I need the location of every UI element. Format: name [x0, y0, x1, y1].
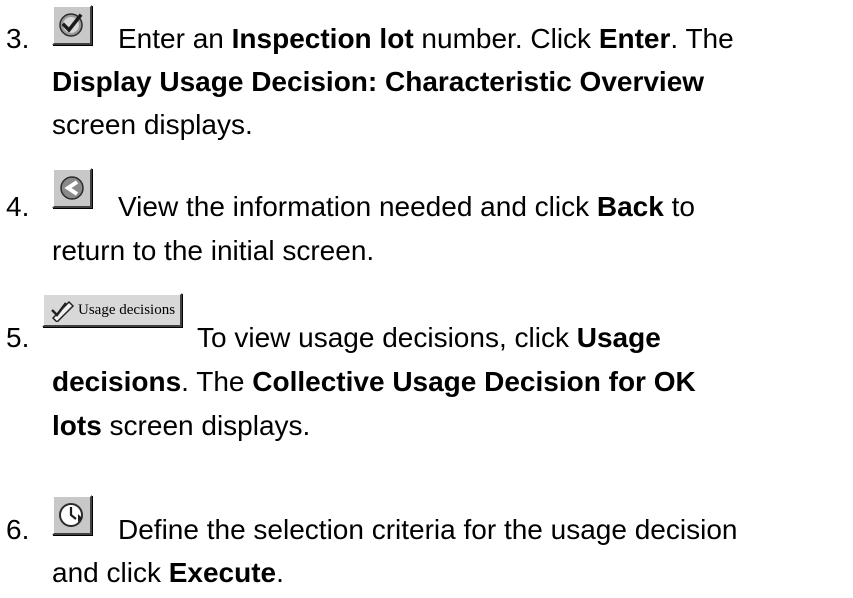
step-number: 6. — [6, 514, 30, 545]
execute-icon — [52, 495, 92, 535]
step-4-line-2: return to the initial screen. — [52, 235, 375, 266]
step-number: 3. — [6, 23, 30, 54]
pencil-check-icon — [51, 300, 75, 322]
step-number: 4. — [6, 191, 30, 222]
back-icon — [52, 168, 92, 208]
step-3-line-2: Display Usage Decision: Characteristic O… — [52, 66, 705, 97]
check-glyph — [59, 13, 83, 37]
usage-decisions-button-label: Usage decisions — [78, 302, 176, 318]
step-4-line-1: View the information needed and click Ba… — [118, 191, 695, 222]
step-3-line-3: screen displays. — [52, 109, 253, 140]
execute-clock-glyph — [59, 503, 83, 527]
step-5-line-2: decisions. The Collective Usage Decision… — [52, 366, 696, 397]
back-glyph — [60, 176, 84, 200]
check-icon — [52, 5, 92, 45]
step-number: 5. — [6, 322, 30, 353]
step-6-line-2: and click Execute. — [52, 557, 284, 588]
usage-decisions-button-image: Usage decisions — [42, 293, 182, 327]
step-6-line-1: Define the selection criteria for the us… — [118, 514, 738, 545]
step-5-line-3: lots screen displays. — [52, 410, 311, 441]
step-3-line-1: Enter an Inspection lot number. Click En… — [118, 23, 734, 54]
step-5-line-1: To view usage decisions, click Usage — [197, 322, 661, 353]
